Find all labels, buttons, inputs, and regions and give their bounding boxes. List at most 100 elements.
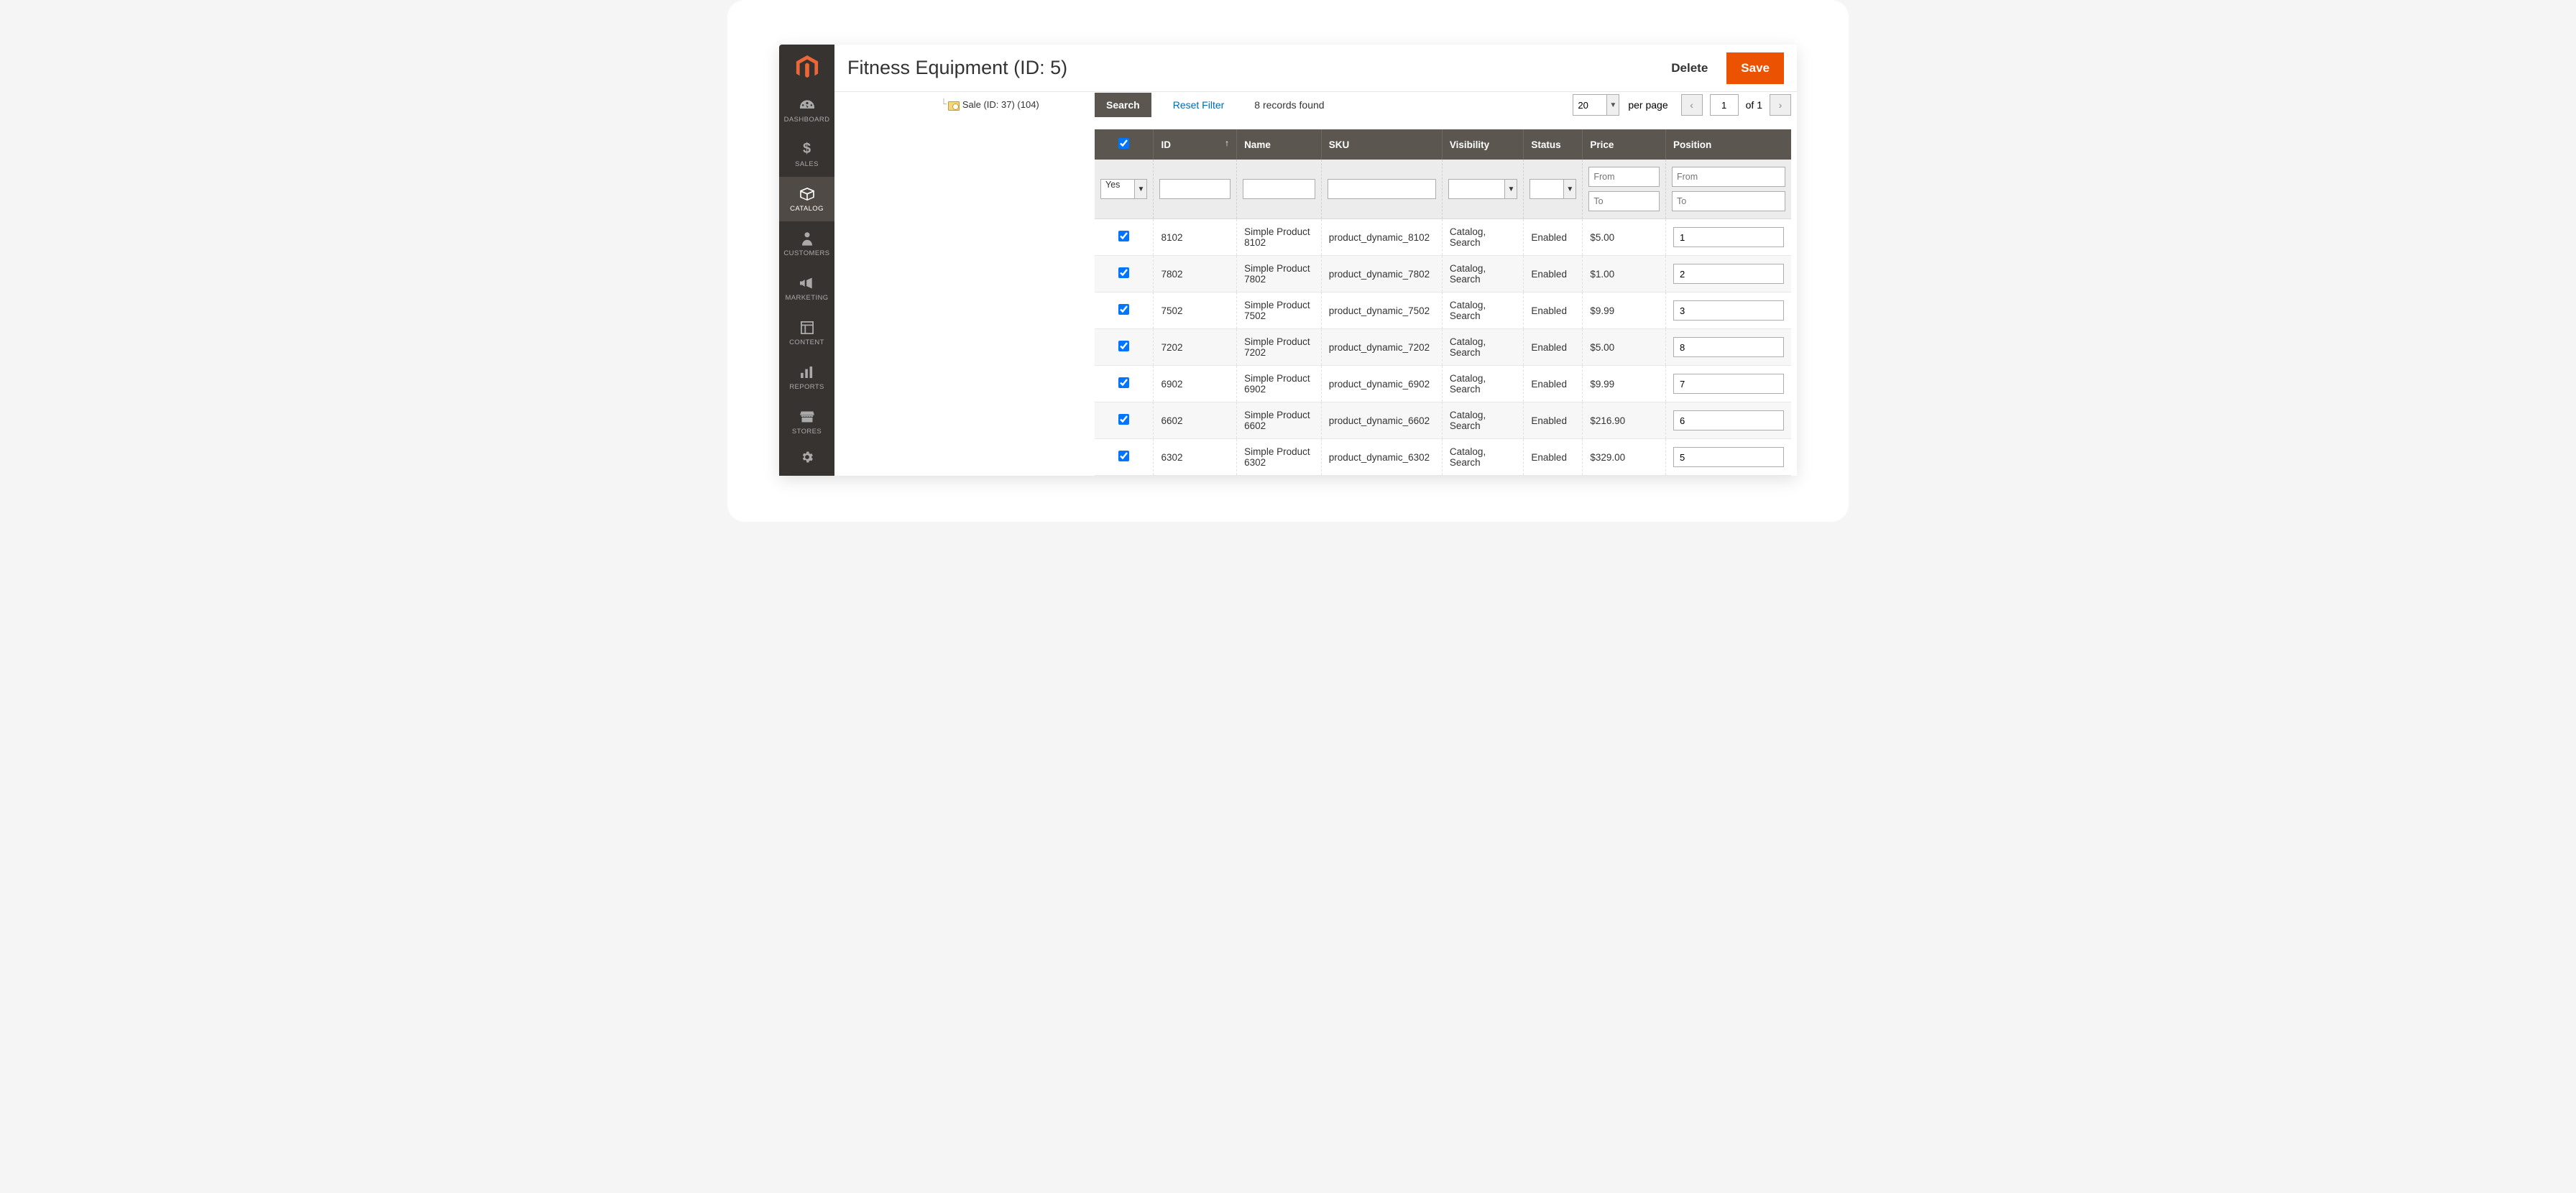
nav-label: CUSTOMERS [783, 249, 829, 257]
nav-reports[interactable]: REPORTS [779, 355, 834, 400]
col-header-status[interactable]: Status [1524, 129, 1583, 160]
filter-price-from-input[interactable] [1588, 167, 1660, 187]
position-input[interactable] [1673, 337, 1784, 357]
chevron-down-icon[interactable]: ▼ [1134, 179, 1147, 199]
filter-visibility-select[interactable] [1448, 179, 1506, 199]
position-input[interactable] [1673, 300, 1784, 321]
cell-id: 6302 [1154, 439, 1237, 476]
save-button[interactable]: Save [1726, 52, 1784, 84]
nav-label: CATALOG [790, 205, 824, 213]
filter-in-category-select[interactable]: Yes [1100, 179, 1135, 199]
cell-status: Enabled [1524, 366, 1583, 402]
search-button[interactable]: Search [1095, 93, 1151, 117]
cell-status: Enabled [1524, 293, 1583, 329]
tree-item-label: Sale (ID: 37) (104) [962, 99, 1039, 110]
nav-content[interactable]: CONTENT [779, 310, 834, 355]
position-input[interactable] [1673, 374, 1784, 394]
folder-icon [948, 100, 960, 110]
filter-position-from-input[interactable] [1672, 167, 1785, 187]
filter-id-input[interactable] [1159, 179, 1230, 199]
cell-name: Simple Product 8102 [1237, 219, 1322, 256]
cell-sku: product_dynamic_8102 [1321, 219, 1442, 256]
chevron-down-icon[interactable]: ▼ [1504, 179, 1517, 199]
col-header-name[interactable]: Name [1237, 129, 1322, 160]
person-icon [802, 231, 812, 247]
filter-price-to-input[interactable] [1588, 191, 1660, 211]
row-checkbox[interactable] [1118, 267, 1129, 278]
reset-filter-link[interactable]: Reset Filter [1173, 99, 1225, 111]
filter-sku-input[interactable] [1328, 179, 1436, 199]
cell-price: $9.99 [1583, 366, 1666, 402]
table-row[interactable]: 6602Simple Product 6602product_dynamic_6… [1095, 402, 1791, 439]
cell-status: Enabled [1524, 439, 1583, 476]
col-header-sku[interactable]: SKU [1321, 129, 1442, 160]
row-checkbox[interactable] [1118, 231, 1129, 241]
prev-page-button[interactable]: ‹ [1681, 94, 1703, 116]
records-found-text: 8 records found [1254, 99, 1324, 111]
row-checkbox[interactable] [1118, 451, 1129, 461]
cell-id: 7202 [1154, 329, 1237, 366]
grid-toolbar: Search Reset Filter 8 records found ▼ pe… [1095, 92, 1791, 118]
cell-status: Enabled [1524, 219, 1583, 256]
col-header-id[interactable]: ID↑ [1154, 129, 1237, 160]
magento-logo-icon[interactable] [794, 55, 820, 80]
layout-icon [801, 320, 814, 336]
cell-sku: product_dynamic_6302 [1321, 439, 1442, 476]
row-checkbox[interactable] [1118, 377, 1129, 388]
cell-name: Simple Product 7802 [1237, 256, 1322, 293]
per-page-select[interactable] [1573, 94, 1607, 116]
position-input[interactable] [1673, 447, 1784, 467]
cell-status: Enabled [1524, 402, 1583, 439]
col-header-position[interactable]: Position [1665, 129, 1791, 160]
chevron-down-icon[interactable]: ▼ [1563, 179, 1576, 199]
position-input[interactable] [1673, 227, 1784, 247]
table-row[interactable]: 7502Simple Product 7502product_dynamic_7… [1095, 293, 1791, 329]
table-row[interactable]: 8102Simple Product 8102product_dynamic_8… [1095, 219, 1791, 256]
nav-label: SALES [795, 160, 819, 168]
nav-stores[interactable]: STORES [779, 400, 834, 444]
cell-price: $329.00 [1583, 439, 1666, 476]
table-row[interactable]: 6302Simple Product 6302product_dynamic_6… [1095, 439, 1791, 476]
table-row[interactable]: 7202Simple Product 7202product_dynamic_7… [1095, 329, 1791, 366]
nav-dashboard[interactable]: DASHBOARD [779, 88, 834, 132]
tree-connector-icon: └ [941, 99, 947, 110]
cell-id: 7502 [1154, 293, 1237, 329]
nav-marketing[interactable]: MARKETING [779, 266, 834, 310]
cell-price: $1.00 [1583, 256, 1666, 293]
row-checkbox[interactable] [1118, 304, 1129, 315]
next-page-button[interactable]: › [1770, 94, 1791, 116]
position-input[interactable] [1673, 264, 1784, 284]
filter-name-input[interactable] [1243, 179, 1315, 199]
delete-button[interactable]: Delete [1661, 54, 1718, 83]
cell-id: 6602 [1154, 402, 1237, 439]
col-header-visibility[interactable]: Visibility [1442, 129, 1524, 160]
gear-icon[interactable] [800, 450, 814, 469]
sort-asc-icon: ↑ [1225, 138, 1229, 148]
nav-sales[interactable]: $SALES [779, 132, 834, 177]
cell-price: $9.99 [1583, 293, 1666, 329]
cell-price: $216.90 [1583, 402, 1666, 439]
page-input[interactable] [1710, 94, 1739, 116]
table-header-row: ID↑ Name SKU Visibility Status Price Pos… [1095, 129, 1791, 160]
filter-status-select[interactable] [1530, 179, 1564, 199]
cell-sku: product_dynamic_6902 [1321, 366, 1442, 402]
col-header-price[interactable]: Price [1583, 129, 1666, 160]
cell-id: 6902 [1154, 366, 1237, 402]
cell-visibility: Catalog, Search [1442, 219, 1524, 256]
cell-name: Simple Product 7202 [1237, 329, 1322, 366]
table-row[interactable]: 7802Simple Product 7802product_dynamic_7… [1095, 256, 1791, 293]
position-input[interactable] [1673, 410, 1784, 430]
row-checkbox[interactable] [1118, 341, 1129, 351]
tree-item-sale[interactable]: └ Sale (ID: 37) (104) [941, 98, 1095, 111]
cell-visibility: Catalog, Search [1442, 256, 1524, 293]
select-all-checkbox[interactable] [1118, 138, 1129, 149]
nav-catalog[interactable]: CATALOG [779, 177, 834, 221]
cell-visibility: Catalog, Search [1442, 329, 1524, 366]
page-header: Fitness Equipment (ID: 5) Delete Save [834, 45, 1797, 92]
row-checkbox[interactable] [1118, 414, 1129, 425]
products-grid: Search Reset Filter 8 records found ▼ pe… [1095, 92, 1797, 476]
nav-customers[interactable]: CUSTOMERS [779, 221, 834, 266]
table-row[interactable]: 6902Simple Product 6902product_dynamic_6… [1095, 366, 1791, 402]
chevron-down-icon[interactable]: ▼ [1606, 94, 1619, 116]
filter-position-to-input[interactable] [1672, 191, 1785, 211]
